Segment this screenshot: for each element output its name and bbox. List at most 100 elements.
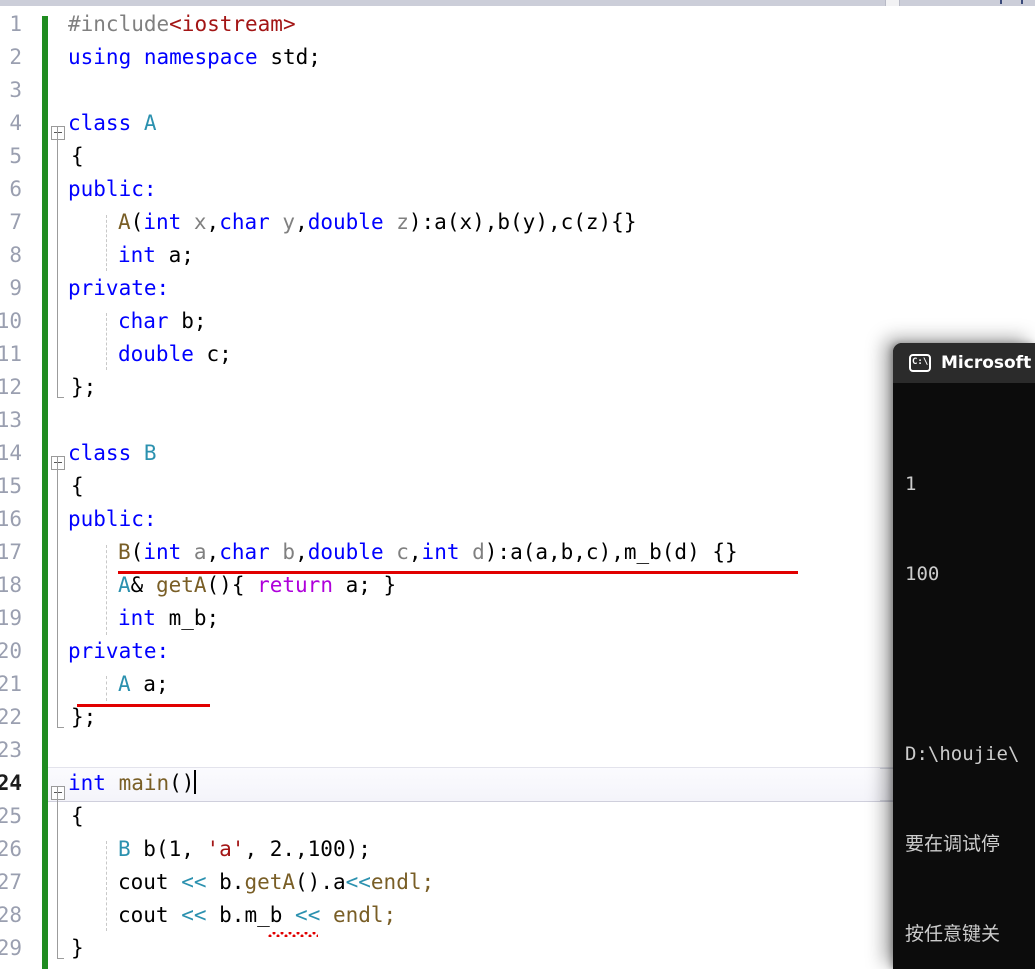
token-method-geta: getA bbox=[155, 573, 207, 597]
token-type-int: int bbox=[118, 243, 156, 267]
token-member-m-b: m_b; bbox=[155, 606, 220, 630]
code-line-2[interactable]: 2 using namespace std; bbox=[0, 41, 1035, 74]
token-comma: , bbox=[206, 540, 220, 564]
line-number: 16 bbox=[0, 507, 22, 531]
token-param-z: z bbox=[383, 210, 409, 234]
token-stream-operator: << bbox=[345, 870, 371, 894]
code-line-26[interactable]: 26 B b(1, 'a', 2.,100); bbox=[0, 833, 1035, 866]
token-ctor-b: B bbox=[118, 540, 131, 564]
token-function-main: main bbox=[105, 771, 170, 795]
indent-guide-main-body bbox=[106, 841, 107, 931]
token-comma: , bbox=[408, 540, 422, 564]
code-line-3[interactable]: 3 bbox=[0, 74, 1035, 107]
code-line-6[interactable]: 6 public: bbox=[0, 173, 1035, 206]
faint-separator-upper bbox=[880, 768, 894, 769]
document-tab-notch[interactable] bbox=[885, 0, 900, 6]
code-line-24[interactable]: 24 int main() bbox=[0, 767, 1035, 800]
code-line-21[interactable]: 21 A a; bbox=[0, 668, 1035, 701]
code-line-20[interactable]: 20 private: bbox=[0, 635, 1035, 668]
unsaved-change-bar bbox=[42, 16, 48, 969]
token-member-a: a; bbox=[155, 243, 194, 267]
editor-top-strip bbox=[0, 0, 1035, 8]
code-line-11[interactable]: 11 double c; bbox=[0, 338, 1035, 371]
token-object-access: b. bbox=[206, 903, 245, 927]
token-member-b: b; bbox=[168, 309, 207, 333]
line-content: #include<iostream> bbox=[68, 8, 296, 41]
token-class-name-b: B bbox=[143, 441, 157, 465]
line-content: int a; bbox=[118, 239, 194, 272]
code-line-10[interactable]: 10 char b; bbox=[0, 305, 1035, 338]
line-content: char b; bbox=[118, 305, 207, 338]
code-line-17[interactable]: 17 B(int a,char b,double c,int d):a(a,b,… bbox=[0, 536, 1035, 569]
line-content: } bbox=[71, 936, 84, 960]
toolbar-tick-left-icon bbox=[1000, 0, 1002, 4]
token-init-list: ):a(x),b(y),c(z){} bbox=[408, 210, 637, 234]
token-type-int: int bbox=[118, 606, 156, 630]
line-number: 3 bbox=[9, 78, 22, 102]
line-content: B(int a,char b,double c,int d):a(a,b,c),… bbox=[118, 536, 738, 569]
code-line-25[interactable]: 25 { bbox=[0, 800, 1035, 833]
code-editor[interactable]: 1 #include<iostream> 2 using namespace s… bbox=[0, 8, 1035, 969]
token-class-name-a: A bbox=[118, 672, 131, 696]
token-comma: , bbox=[295, 540, 308, 564]
code-line-1[interactable]: 1 #include<iostream> bbox=[0, 8, 1035, 41]
code-line-16[interactable]: 16 public: bbox=[0, 503, 1035, 536]
token-comma: , bbox=[206, 210, 220, 234]
token-class-name-b: B bbox=[118, 837, 131, 861]
code-line-28[interactable]: 28 cout << b.m_b << endl; bbox=[0, 899, 1035, 932]
token-header: <iostream> bbox=[169, 12, 296, 36]
line-content: A(int x,char y,double z):a(x),b(y),c(z){… bbox=[118, 206, 636, 239]
token-comma: , bbox=[295, 210, 308, 234]
token-paren: ( bbox=[130, 540, 144, 564]
line-content: class B bbox=[68, 437, 157, 470]
token-ref-amp: & bbox=[130, 573, 156, 597]
token-var-decl: b(1, bbox=[130, 837, 207, 861]
token-param-x: x bbox=[181, 210, 207, 234]
access-specifier-private: private: bbox=[68, 639, 170, 663]
access-specifier-public: public: bbox=[68, 507, 157, 531]
console-titlebar[interactable]: Microsoft bbox=[893, 343, 1035, 383]
code-line-23[interactable]: 23 bbox=[0, 734, 1035, 767]
token-type-double: double bbox=[307, 210, 384, 234]
code-line-7[interactable]: 7 A(int x,char y,double z):a(x),b(y),c(z… bbox=[0, 206, 1035, 239]
indent-guide-a-private bbox=[106, 313, 107, 370]
token-stream-operator: << bbox=[181, 903, 207, 927]
code-line-8[interactable]: 8 int a; bbox=[0, 239, 1035, 272]
console-window[interactable]: Microsoft 1 100 D:\houjie\ 要在调试停 按任意键关 bbox=[893, 343, 1035, 969]
line-number: 22 bbox=[0, 705, 22, 729]
console-title: Microsoft bbox=[941, 353, 1032, 373]
line-content: { bbox=[71, 144, 84, 168]
line-content: { bbox=[71, 474, 84, 498]
token-type-int: int bbox=[421, 540, 460, 564]
code-line-19[interactable]: 19 int m_b; bbox=[0, 602, 1035, 635]
line-number: 18 bbox=[0, 573, 22, 597]
code-line-14[interactable]: 14 class B bbox=[0, 437, 1035, 470]
line-number: 1 bbox=[9, 12, 22, 36]
token-keyword-class: class bbox=[68, 441, 132, 465]
line-content: { bbox=[71, 804, 84, 828]
token-type-char: char bbox=[219, 540, 270, 564]
token-init-list: ):a(a,b,c),m_b(d) {} bbox=[484, 540, 738, 564]
token-endl: endl; bbox=[320, 903, 397, 927]
token-class-name-a: A bbox=[118, 573, 131, 597]
code-line-4[interactable]: 4 class A bbox=[0, 107, 1035, 140]
code-line-12[interactable]: 12 }; bbox=[0, 371, 1035, 404]
code-line-27[interactable]: 27 cout << b.getA().a<<endl; bbox=[0, 866, 1035, 899]
token-keyword-namespace: namespace bbox=[143, 45, 258, 69]
token-stream-operator: << bbox=[295, 903, 321, 927]
code-line-13[interactable]: 13 bbox=[0, 404, 1035, 437]
token-type-double: double bbox=[307, 540, 384, 564]
line-number: 8 bbox=[9, 243, 22, 267]
line-number: 23 bbox=[0, 738, 22, 762]
code-line-29[interactable]: 29 } bbox=[0, 932, 1035, 965]
token-keyword-return: return bbox=[257, 573, 333, 597]
token-member-access: ().a bbox=[295, 870, 346, 894]
code-line-9[interactable]: 9 private: bbox=[0, 272, 1035, 305]
token-keyword-using: using bbox=[68, 45, 132, 69]
line-number: 20 bbox=[0, 639, 22, 663]
code-line-15[interactable]: 15 { bbox=[0, 470, 1035, 503]
token-method-geta: getA bbox=[244, 870, 296, 894]
code-line-5[interactable]: 5 { bbox=[0, 140, 1035, 173]
token-param-d: d bbox=[459, 540, 485, 564]
